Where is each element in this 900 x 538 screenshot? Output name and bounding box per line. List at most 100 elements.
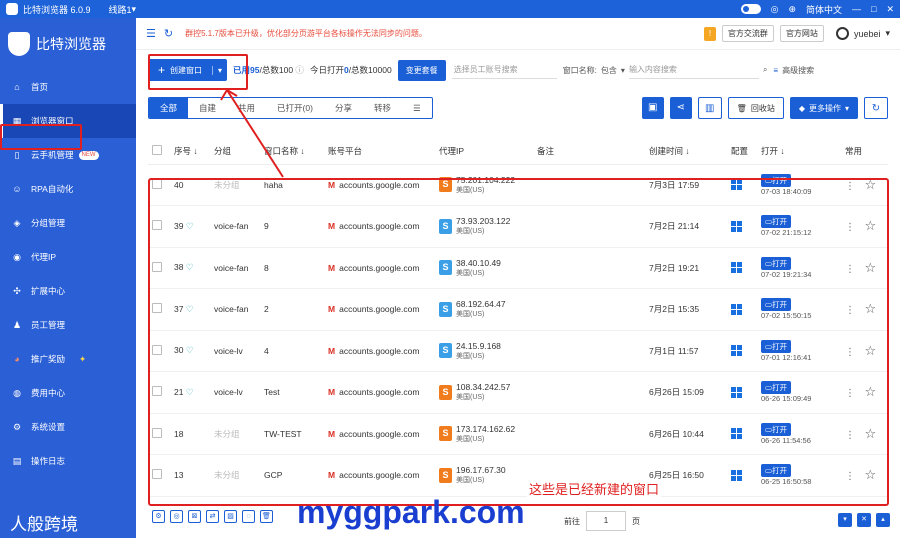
line-selector[interactable]: 线路1 [109, 3, 132, 16]
sidebar-item-referral[interactable]: ◕ 推广奖励 ✦ [0, 342, 136, 376]
watermark-brand: 人般跨境 [10, 515, 78, 534]
refresh-icon[interactable]: ↻ [164, 27, 173, 40]
search-input[interactable]: 输入内容搜索 [628, 61, 759, 79]
globe-icon[interactable]: ⊕ [788, 4, 796, 15]
match-select[interactable]: 包含 [601, 65, 617, 76]
rows-highlight [148, 178, 889, 506]
column-layout-icon[interactable]: ▥ [697, 97, 722, 119]
more-actions-label: 更多操作 [808, 103, 841, 113]
notification-icon[interactable]: ! [703, 26, 716, 41]
menu-collapse-icon[interactable]: ☰ [146, 27, 156, 40]
col-seq[interactable]: 序号 ↓ [170, 138, 210, 165]
sparkle-icon: ✦ [79, 353, 87, 364]
col-label: 序号 [174, 145, 192, 156]
layers-icon: ◆ [798, 103, 805, 113]
close-window-icon[interactable]: ⊠ [188, 510, 201, 523]
home-icon: ⌂ [14, 82, 20, 92]
sidebar: 比特浏览器 ⌂ 首页 ▦ 浏览器窗口 ▯ 云手机管理 NEW ☺ RPA自动化 ◈ 分组管理… [0, 18, 136, 538]
sidebar-item-label: 扩展中心 [31, 286, 66, 296]
title-bar: 比特浏览器 6.0.9 线路1 ▾ ◎ ⊕ 简体中文 — □ ✕ [0, 0, 900, 18]
change-package-button[interactable]: 变更套餐 [397, 59, 446, 81]
pagination: 前往 1 页 [564, 511, 640, 531]
window-name-search: 窗口名称: 包含 ▾ 输入内容搜索 ⌕ [563, 61, 767, 79]
tab-all[interactable]: 全部 [149, 98, 189, 118]
col-remark: 备注 [533, 138, 645, 165]
sidebar-item-billing[interactable]: ◍ 费用中心 [0, 376, 136, 410]
search-icon[interactable]: ⌕ [763, 65, 767, 75]
maximize-icon[interactable]: □ [871, 4, 876, 14]
refresh-icon[interactable]: ↻ [864, 97, 888, 119]
scroll-down-icon[interactable]: ▾ [838, 513, 852, 527]
sidebar-item-rpa[interactable]: ☺ RPA自动化 [0, 172, 136, 206]
more-actions-button[interactable]: ◆ 更多操作 ▾ [789, 97, 858, 119]
scroll-up-icon[interactable]: ▴ [876, 513, 890, 527]
col-platform: 账号平台 [324, 138, 435, 165]
robot-icon: ☺ [12, 184, 22, 194]
recycle-bin-button[interactable]: 🗑 回收站 [727, 97, 784, 119]
annotation-text: 这些是已经新建的窗口 [527, 479, 662, 498]
exchange-group-button[interactable]: 官方交流群 [721, 25, 774, 42]
tab-transfer[interactable]: 转移 [363, 98, 402, 118]
settings-icon: ⚙ [12, 422, 22, 432]
collapse-icon[interactable]: ✕ [857, 513, 871, 527]
sort-icon[interactable]: ☰ [402, 98, 432, 118]
sidebar-item-label: 推广奖励 [31, 354, 66, 364]
official-site-button[interactable]: 官方网站 [779, 25, 824, 42]
advanced-search-button[interactable]: ≡ 高级搜索 [773, 65, 814, 76]
open-icon[interactable]: ◎ [170, 510, 183, 523]
col-favorite: 常用 [841, 138, 888, 165]
notice-text: 群控5.1.7版本已升级，优化部分页游平台各标操作无法同步的问题。 [185, 29, 427, 38]
tab-share[interactable]: 分享 [324, 98, 363, 118]
brand-name: 比特浏览器 [36, 36, 106, 52]
sidebar-item-groups[interactable]: ◈ 分组管理 [0, 206, 136, 240]
info-icon[interactable]: ⓘ [295, 65, 304, 75]
toggle-icon[interactable] [740, 4, 761, 14]
app-logo-icon [6, 3, 18, 15]
delete-icon[interactable]: 🗑 [260, 510, 273, 523]
col-created[interactable]: 创建时间 ↓ [645, 138, 727, 165]
brand: 比特浏览器 [0, 18, 136, 70]
watermark: myggpark.com [297, 494, 525, 530]
select-all-checkbox[interactable] [152, 144, 162, 155]
top-bar: ☰ ↻ 群控5.1.7版本已升级，优化部分页游平台各标操作无法同步的问题。 ! … [136, 18, 900, 50]
avatar-icon [835, 27, 849, 40]
page-unit: 页 [632, 516, 640, 526]
advanced-search-label: 高级搜索 [782, 65, 815, 75]
save-icon[interactable]: ▣ [641, 97, 664, 119]
browser-window-highlight [0, 124, 82, 150]
filter-icon: ≡ [773, 65, 779, 75]
image-icon[interactable]: ▨ [224, 510, 237, 523]
transfer-icon[interactable]: ⇄ [206, 510, 219, 523]
language-selector[interactable]: 简体中文 [806, 3, 842, 16]
today-label: 今日打开 [309, 65, 344, 75]
sidebar-item-label: 代理IP [31, 252, 57, 262]
col-open[interactable]: 打开 ↓ [757, 138, 841, 165]
phone-icon: ▯ [14, 150, 20, 160]
sidebar-item-label: 分组管理 [31, 218, 66, 228]
cookie-icon[interactable]: ◌ [242, 510, 255, 523]
fingerprint-icon[interactable]: ◎ [771, 4, 779, 15]
today-stat: 今日打开0/总数10000 [310, 64, 392, 76]
wallet-icon: ◍ [13, 388, 21, 398]
select-all-header [148, 138, 170, 165]
staff-select[interactable]: 选择员工账号搜索 [451, 61, 557, 79]
settings-icon[interactable]: ⚙ [152, 510, 165, 523]
sidebar-item-settings[interactable]: ⚙ 系统设置 [0, 410, 136, 444]
sidebar-item-staff[interactable]: ♟ 员工管理 [0, 308, 136, 342]
chevron-down-icon[interactable]: ▾ [621, 66, 625, 75]
recycle-bin-label: 回收站 [750, 103, 775, 113]
page-input[interactable]: 1 [586, 511, 626, 531]
app-name: 比特浏览器 6.0.9 [23, 4, 91, 15]
sidebar-item-label: 云手机管理 [31, 150, 74, 160]
sidebar-item-logs[interactable]: ▤ 操作日志 [0, 444, 136, 478]
page-nav: ▾ ✕ ▴ [838, 513, 890, 527]
col-label: 打开 [761, 145, 779, 156]
share-icon[interactable]: ⋖ [669, 97, 692, 119]
close-icon[interactable]: ✕ [886, 4, 894, 15]
sidebar-item-proxy[interactable]: ◉ 代理IP [0, 240, 136, 274]
sidebar-item-home[interactable]: ⌂ 首页 [0, 70, 136, 104]
minimize-icon[interactable]: — [852, 4, 861, 14]
sidebar-item-extensions[interactable]: ✣ 扩展中心 [0, 274, 136, 308]
chevron-down-icon[interactable]: ▾ [132, 4, 137, 15]
user-menu[interactable]: yuebei ▾ [835, 27, 890, 40]
